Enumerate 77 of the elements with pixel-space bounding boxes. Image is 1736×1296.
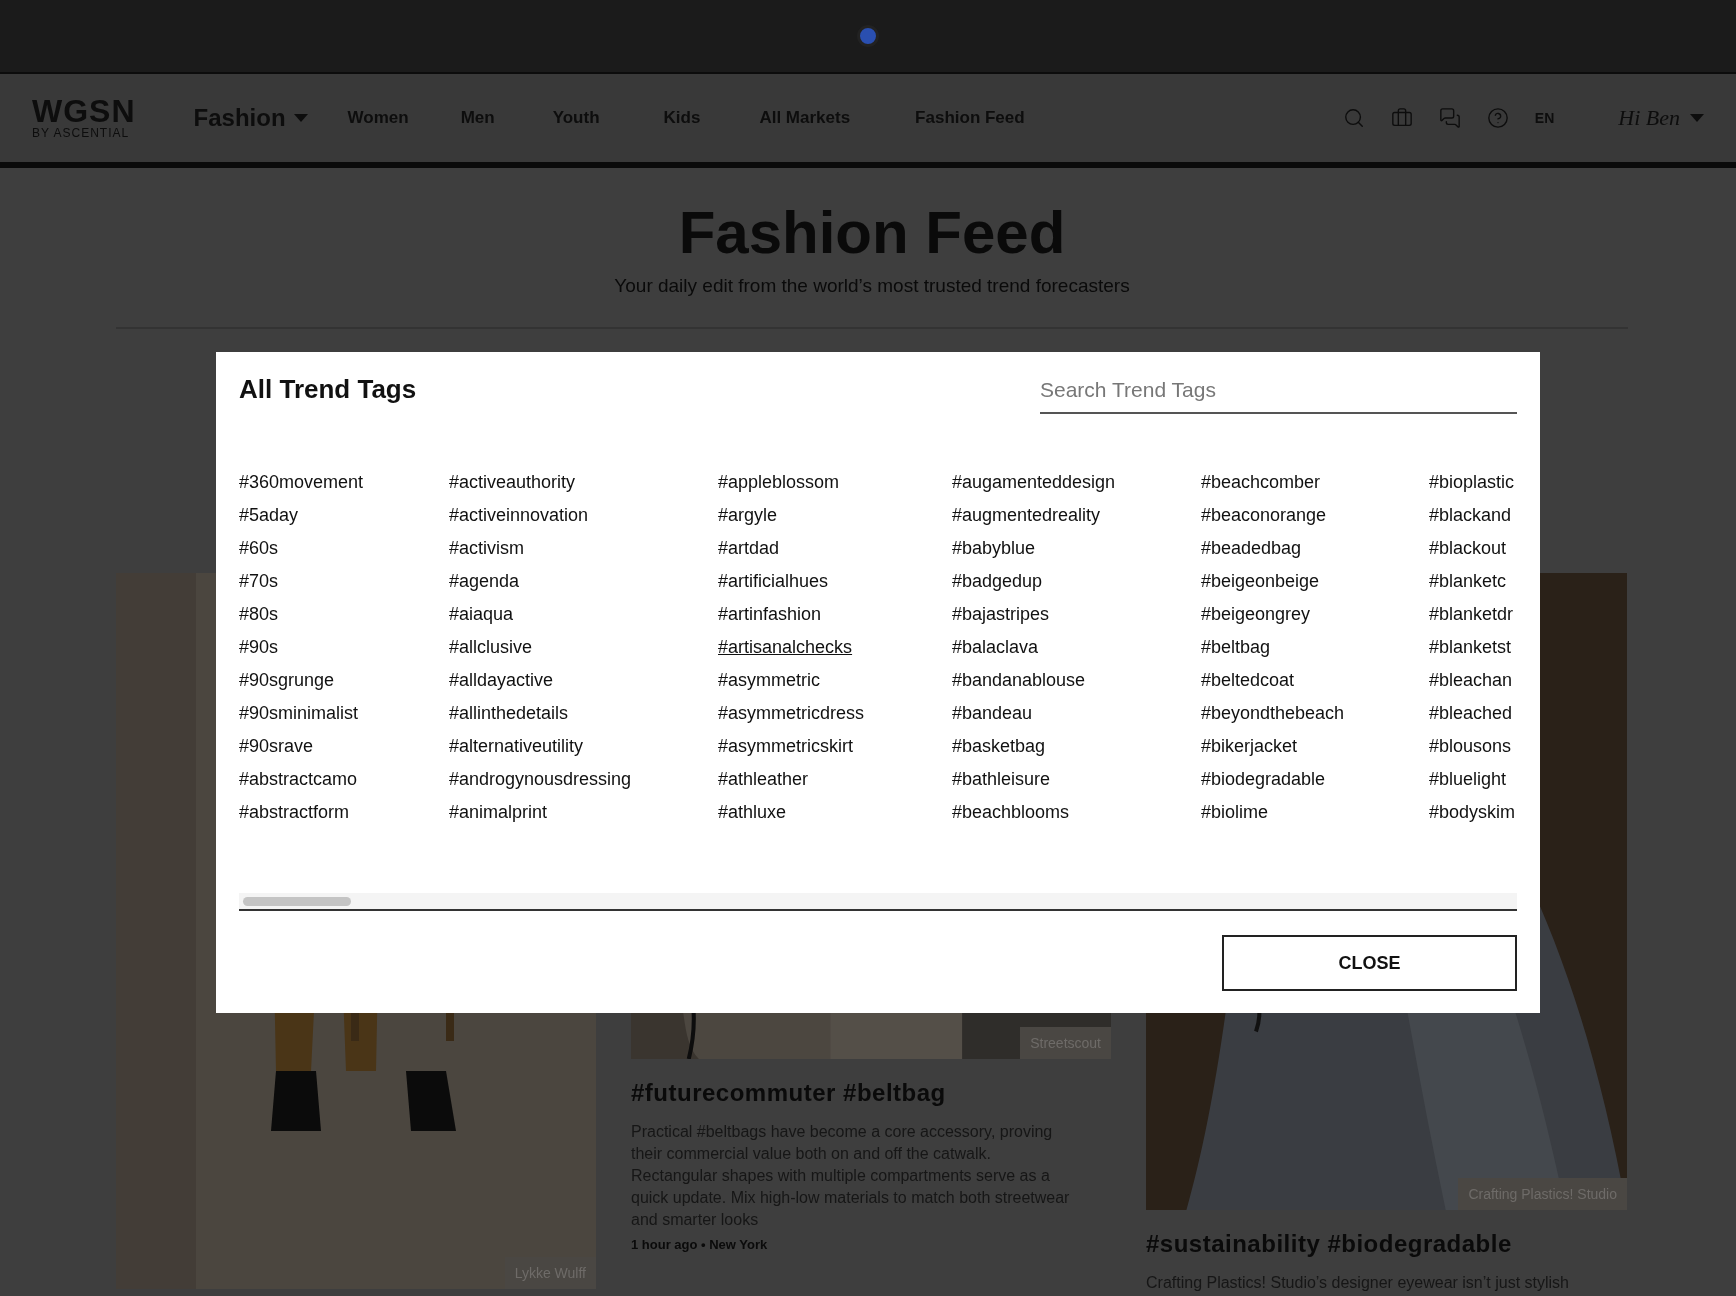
- tag-link[interactable]: #beltedcoat: [1201, 664, 1295, 697]
- tag-link[interactable]: #beaconorange: [1201, 499, 1327, 532]
- tag-link[interactable]: #360movement: [239, 466, 364, 499]
- search-icon[interactable]: [1342, 107, 1365, 129]
- tag-link[interactable]: #bathleisure: [952, 763, 1051, 796]
- tag-link[interactable]: #beadedbag: [1201, 532, 1302, 565]
- tag-link[interactable]: #90s: [239, 631, 279, 664]
- tag-link[interactable]: #animalprint: [449, 796, 548, 829]
- tag-link[interactable]: #babyblue: [952, 532, 1036, 565]
- tag-link[interactable]: #badgedup: [952, 565, 1043, 598]
- tag-link[interactable]: #biodegradable: [1201, 763, 1326, 796]
- tag-link[interactable]: #abstractform: [239, 796, 350, 829]
- tag-link[interactable]: #artdad: [718, 532, 780, 565]
- tag-link[interactable]: #bleachan: [1429, 664, 1513, 697]
- tag-link[interactable]: #alldayactive: [449, 664, 554, 697]
- chat-icon[interactable]: [1438, 107, 1461, 129]
- briefcase-icon[interactable]: [1390, 107, 1413, 129]
- tag-link[interactable]: #70s: [239, 565, 279, 598]
- tag-link[interactable]: #beigeonbeige: [1201, 565, 1320, 598]
- help-icon[interactable]: [1486, 107, 1509, 129]
- tag-link[interactable]: #bajastripes: [952, 598, 1050, 631]
- close-button[interactable]: CLOSE: [1222, 935, 1517, 991]
- tag-link[interactable]: #bluelight: [1429, 763, 1507, 796]
- tag-link[interactable]: #activeinnovation: [449, 499, 589, 532]
- dialog-title: All Trend Tags: [239, 374, 417, 405]
- tag-link[interactable]: #aiaqua: [449, 598, 514, 631]
- tag-link[interactable]: #blackand: [1429, 499, 1512, 532]
- tag-link[interactable]: #bandanablouse: [952, 664, 1086, 697]
- caret-icon: [293, 114, 308, 122]
- tag-link[interactable]: #activeauthority: [449, 466, 576, 499]
- tag-link[interactable]: #5aday: [239, 499, 299, 532]
- tag-link[interactable]: #bioplastic: [1429, 466, 1515, 499]
- tag-link[interactable]: #artinfashion: [718, 598, 822, 631]
- tag-link[interactable]: #blackout: [1429, 532, 1507, 565]
- tag-link[interactable]: #blanketst: [1429, 631, 1512, 664]
- tag-link[interactable]: #artificialhues: [718, 565, 829, 598]
- tag-link[interactable]: #athleather: [718, 763, 809, 796]
- tag-link[interactable]: #90sminimalist: [239, 697, 359, 730]
- tag-link[interactable]: #bandeau: [952, 697, 1033, 730]
- scrollbar[interactable]: [239, 893, 1517, 911]
- tag-link[interactable]: #balaclava: [952, 631, 1039, 664]
- tag-link[interactable]: #biolime: [1201, 796, 1269, 829]
- tag-link[interactable]: #blanketdr: [1429, 598, 1514, 631]
- tag-link[interactable]: #80s: [239, 598, 279, 631]
- caret-icon: [1690, 114, 1704, 122]
- tag-link[interactable]: #androgynousdressing: [449, 763, 632, 796]
- tag-link[interactable]: #asymmetricskirt: [718, 730, 853, 763]
- tag-link[interactable]: #beachblooms: [952, 796, 1070, 829]
- tag-link[interactable]: #90srave: [239, 730, 314, 763]
- camera-dot: [857, 25, 879, 47]
- tag-link[interactable]: #argyle: [718, 499, 778, 532]
- tag-link[interactable]: #basketbag: [952, 730, 1046, 763]
- tag-link[interactable]: #asymmetric: [718, 664, 820, 697]
- tag-link[interactable]: #athluxe: [718, 796, 787, 829]
- tag-link[interactable]: #blousons: [1429, 730, 1512, 763]
- tag-link[interactable]: #allinthedetails: [449, 697, 569, 730]
- tag-link[interactable]: #beyondthebeach: [1201, 697, 1345, 730]
- scrollbar-thumb[interactable]: [243, 896, 351, 906]
- tag-link[interactable]: #bodyskim: [1429, 796, 1516, 829]
- tag-link[interactable]: #allclusive: [449, 631, 533, 664]
- tag-link[interactable]: #agenda: [449, 565, 520, 598]
- tag-link[interactable]: #abstractcamo: [239, 763, 358, 796]
- tag-link[interactable]: #60s: [239, 532, 279, 565]
- tag-link[interactable]: #beachcomber: [1201, 466, 1321, 499]
- tag-link[interactable]: #appleblossom: [718, 466, 840, 499]
- tag-link[interactable]: #bleached: [1429, 697, 1513, 730]
- tag-link[interactable]: #beigeongrey: [1201, 598, 1311, 631]
- tag-link[interactable]: #augamenteddesign: [952, 466, 1116, 499]
- tag-link[interactable]: #alternativeutility: [449, 730, 584, 763]
- tag-link[interactable]: #bikerjacket: [1201, 730, 1298, 763]
- tag-link[interactable]: #beltbag: [1201, 631, 1271, 664]
- tag-link[interactable]: #90sgrunge: [239, 664, 335, 697]
- tag-link[interactable]: #activism: [449, 532, 524, 565]
- tag-link[interactable]: #artisanalchecks: [718, 631, 853, 664]
- tag-link[interactable]: #blanketc: [1429, 565, 1507, 598]
- tag-link[interactable]: #augmentedreality: [952, 499, 1101, 532]
- tag-link[interactable]: #asymmetricdress: [718, 697, 865, 730]
